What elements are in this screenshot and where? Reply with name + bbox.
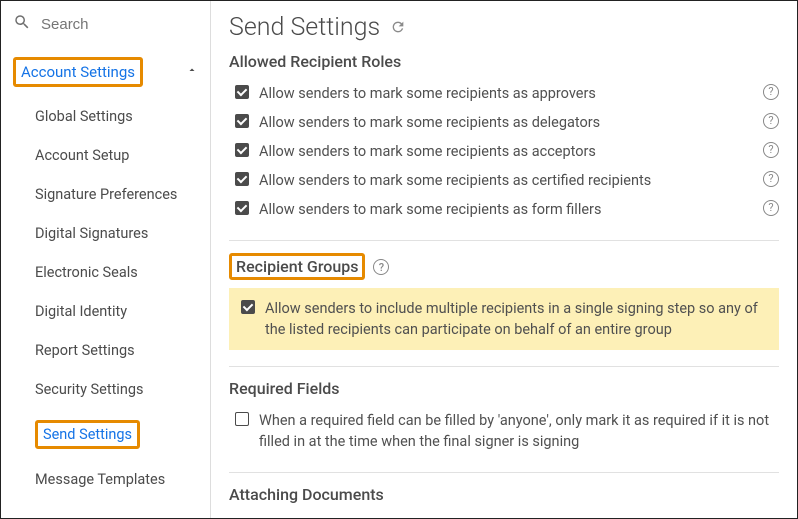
main-content: Send Settings Allowed Recipient Roles Al… [211, 1, 797, 518]
page-title-text: Send Settings [229, 13, 380, 42]
checkbox-acceptors[interactable] [235, 143, 249, 157]
option-form-fillers: Allow senders to mark some recipients as… [235, 195, 779, 224]
help-icon[interactable]: ? [763, 200, 779, 216]
divider [229, 240, 779, 241]
sidebar-item-message-templates[interactable]: Message Templates [1, 460, 210, 499]
sidebar-item-signature-preferences[interactable]: Signature Preferences [1, 175, 210, 214]
option-acceptors: Allow senders to mark some recipients as… [235, 137, 779, 166]
sidebar-item-account-setup[interactable]: Account Setup [1, 136, 210, 175]
checkbox-form-fillers[interactable] [235, 201, 249, 215]
section-allowed-recipient-roles: Allowed Recipient Roles [229, 52, 779, 71]
allowed-roles-options: Allow senders to mark some recipients as… [229, 79, 779, 224]
section-attaching-documents: Attaching Documents [229, 485, 779, 504]
divider [229, 366, 779, 367]
attaching-documents-note: Please choose at least one way to attach… [229, 512, 779, 518]
refresh-icon[interactable] [390, 13, 406, 42]
sidebar-item-report-settings[interactable]: Report Settings [1, 331, 210, 370]
checkbox-certified[interactable] [235, 172, 249, 186]
option-multi-recipients: Allow senders to include multiple recipi… [229, 288, 779, 350]
sidebar-item-security-settings[interactable]: Security Settings [1, 370, 210, 409]
option-certified: Allow senders to mark some recipients as… [235, 166, 779, 195]
sidebar: Account Settings Global Settings Account… [1, 1, 211, 518]
sidebar-item-send-settings[interactable]: Send Settings [1, 409, 210, 460]
option-delegators: Allow senders to mark some recipients as… [235, 108, 779, 137]
checkbox-delegators[interactable] [235, 114, 249, 128]
recipient-groups-options: Allow senders to include multiple recipi… [229, 288, 779, 350]
help-icon[interactable]: ? [763, 142, 779, 158]
option-approvers: Allow senders to mark some recipients as… [235, 79, 779, 108]
nav-section-label: Account Settings [13, 57, 143, 87]
sidebar-item-electronic-seals[interactable]: Electronic Seals [1, 253, 210, 292]
sidebar-item-digital-identity[interactable]: Digital Identity [1, 292, 210, 331]
help-icon[interactable]: ? [763, 113, 779, 129]
page-title: Send Settings [229, 13, 779, 42]
chevron-up-icon [186, 64, 198, 80]
help-icon[interactable]: ? [763, 171, 779, 187]
section-recipient-groups: Recipient Groups ? [229, 253, 779, 280]
search-bar [1, 1, 210, 47]
help-icon[interactable]: ? [373, 259, 389, 275]
required-fields-options: When a required field can be filled by '… [229, 406, 779, 456]
checkbox-required-anyone[interactable] [235, 412, 249, 426]
help-icon[interactable]: ? [763, 84, 779, 100]
sidebar-item-global-settings[interactable]: Global Settings [1, 97, 210, 136]
divider [229, 472, 779, 473]
nav-section-account-settings[interactable]: Account Settings [1, 47, 210, 97]
checkbox-approvers[interactable] [235, 85, 249, 99]
checkbox-multi-recipients[interactable] [241, 300, 255, 314]
option-required-anyone: When a required field can be filled by '… [235, 406, 779, 456]
sidebar-item-digital-signatures[interactable]: Digital Signatures [1, 214, 210, 253]
nav-list: Global Settings Account Setup Signature … [1, 97, 210, 499]
section-required-fields: Required Fields [229, 379, 779, 398]
search-icon [13, 13, 31, 35]
